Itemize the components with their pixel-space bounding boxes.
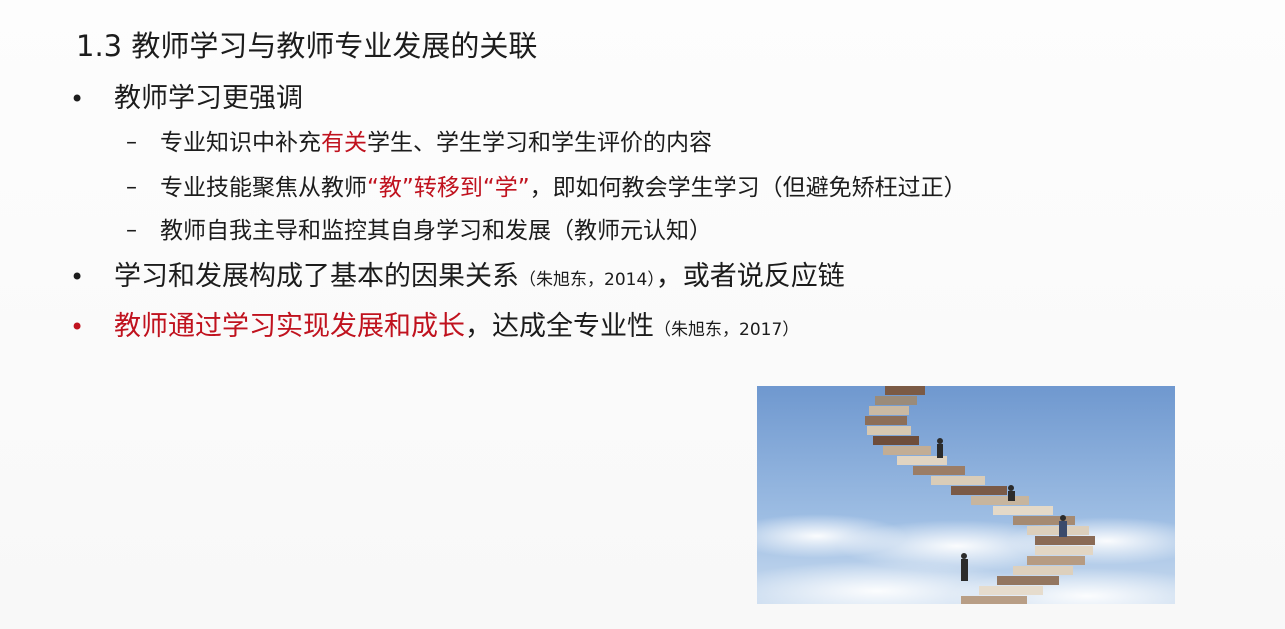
bullet-2-citation: （朱旭东，2014） [519, 270, 656, 290]
dash-marker: – [126, 175, 137, 200]
sub-bullet-3-text: 教师自我主导和监控其自身学习和发展（教师元认知） [160, 218, 712, 244]
bullet-3-highlight: 教师通过学习实现发展和成长 [114, 311, 465, 342]
sub-bullet-1-pre: 专业知识中补充 [160, 130, 321, 156]
sub-bullet-1: 专业知识中补充有关学生、学生学习和学生评价的内容 [160, 126, 712, 160]
bullet-3: 教师通过学习实现发展和成长，达成全专业性（朱旭东，2017） [114, 308, 799, 349]
bullet-marker: • [70, 85, 85, 113]
bullet-1-text: 教师学习更强调 [114, 83, 303, 114]
sub-bullet-2: 专业技能聚焦从教师“教”转移到“学”，即如何教会学生学习（但避免矫枉过正） [160, 171, 967, 205]
bullet-1: 教师学习更强调 [114, 80, 303, 118]
sub-bullet-1-post: 学生、学生学习和学生评价的内容 [367, 130, 712, 156]
slide-title: 1.3 教师学习与教师专业发展的关联 [76, 29, 538, 63]
book-staircase-image [757, 386, 1175, 604]
sub-bullet-2-highlight: “教”转移到“学” [367, 175, 530, 201]
book-staircase-illustration [757, 386, 1175, 604]
bullet-3-post: ，达成全专业性 [465, 311, 654, 342]
bullet-2-post: ，或者说反应链 [655, 261, 845, 292]
slide: 1.3 教师学习与教师专业发展的关联 • 教师学习更强调 – 专业知识中补充有关… [0, 0, 1285, 629]
sub-bullet-2-pre: 专业技能聚焦从教师 [160, 175, 367, 201]
dash-marker: – [126, 130, 137, 155]
dash-marker: – [126, 218, 137, 243]
bullet-marker: • [70, 313, 85, 341]
bullet-2: 学习和发展构成了基本的因果关系（朱旭东，2014），或者说反应链 [114, 258, 845, 299]
bullet-marker: • [70, 263, 85, 291]
bullet-2-pre: 学习和发展构成了基本的因果关系 [114, 261, 519, 292]
bullet-3-citation: （朱旭东，2017） [654, 320, 800, 340]
sub-bullet-1-highlight: 有关 [321, 130, 367, 156]
sub-bullet-3: 教师自我主导和监控其自身学习和发展（教师元认知） [160, 214, 712, 248]
sub-bullet-2-post: ，即如何教会学生学习（但避免矫枉过正） [529, 175, 967, 201]
